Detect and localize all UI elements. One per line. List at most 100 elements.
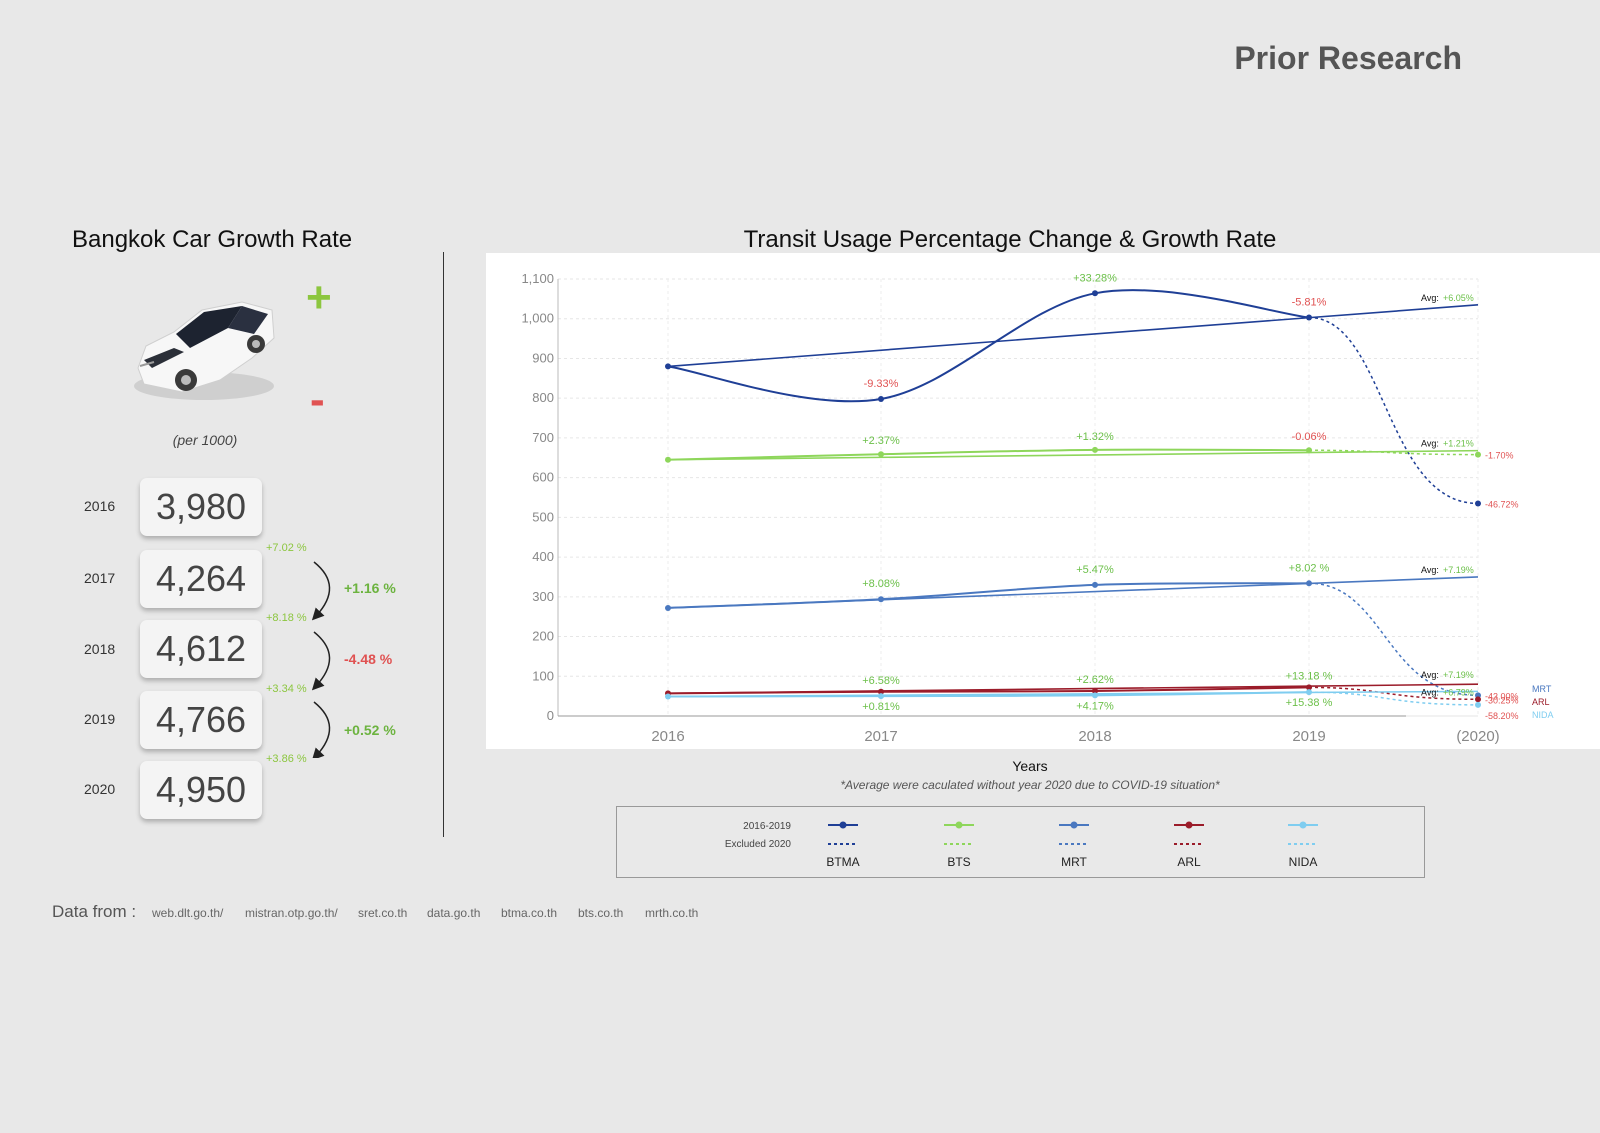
avg-label: +7.19% (1443, 670, 1474, 680)
diff-arrows (311, 561, 331, 758)
y-tick-label: 1,000 (521, 311, 554, 326)
data-label: -9.33% (864, 378, 899, 390)
growth-diff-label: -4.48 % (344, 651, 393, 667)
y-tick-label: 300 (532, 589, 554, 604)
y-tick-label: 200 (532, 629, 554, 644)
data-point (1475, 701, 1481, 708)
year-label: 2018 (84, 641, 116, 657)
legend-marker (839, 821, 847, 829)
data-label-2020: -30.25% (1485, 695, 1519, 705)
car-growth-title: Bangkok Car Growth Rate (72, 226, 353, 253)
year-label: 2017 (84, 570, 116, 586)
data-label: +2.62% (1076, 674, 1114, 686)
car-count-box: 4,612 (140, 620, 262, 678)
source-link[interactable]: mistran.otp.go.th/ (245, 906, 338, 920)
year-label: 2016 (84, 498, 116, 514)
data-point (1306, 314, 1312, 321)
growth-rate-label: +3.34 % (266, 683, 307, 695)
growth-rate-label: +7.02 % (266, 542, 307, 554)
data-label: +33.28% (1073, 272, 1117, 284)
data-label: +4.17% (1076, 700, 1114, 712)
data-label: +1.32% (1076, 431, 1114, 443)
data-point (878, 693, 884, 700)
data-point (1306, 580, 1312, 587)
chart-panel: 0 100 200 300 400 500 600 700 800 900 1,000 1,100 20… (486, 253, 1600, 749)
section-divider (443, 252, 444, 837)
x-tick-label: (2020) (1456, 728, 1499, 745)
trend-line (667, 304, 1479, 368)
data-point (665, 604, 671, 611)
unit-label: (per 1000) (172, 432, 238, 448)
y-tick-label: 500 (532, 509, 554, 524)
avg-label: +1.21% (1443, 439, 1474, 449)
legend-series-name: MRT (1061, 855, 1087, 869)
data-label: -5.81% (1292, 297, 1327, 309)
source-link[interactable]: data.go.th (427, 906, 480, 920)
growth-rate-label: +3.86 % (266, 753, 307, 765)
legend-graphics: 2016-2019 Excluded 2020 BTMA BTS MRT ARL NIDA (725, 821, 1318, 869)
legend-marker (1070, 821, 1078, 829)
minus-sign: - (310, 375, 325, 424)
avg-prefix: Avg: (1421, 293, 1439, 303)
avg-label: +7.19% (1443, 565, 1474, 575)
series-line-2020 (1308, 316, 1479, 505)
data-point (1475, 696, 1481, 703)
y-tick-label: 800 (532, 390, 554, 405)
y-tick-label: 1,100 (521, 271, 554, 286)
data-point (665, 693, 671, 700)
source-link[interactable]: sret.co.th (358, 906, 407, 920)
source-link[interactable]: web.dlt.go.th/ (152, 906, 223, 920)
legend-row-label: Excluded 2020 (725, 839, 792, 850)
data-label-2020: -1.70% (1485, 451, 1514, 461)
avg-prefix: Avg: (1421, 687, 1439, 697)
y-tick-label: 400 (532, 549, 554, 564)
legend-marker (955, 821, 963, 829)
data-label: +8.08% (862, 578, 900, 590)
source-link[interactable]: mrth.co.th (645, 906, 698, 920)
data-point (878, 596, 884, 603)
legend-row-label: 2016-2019 (743, 821, 791, 832)
data-point (1092, 446, 1098, 453)
chart-footnote: *Average were caculated without year 202… (840, 778, 1220, 792)
data-label-2020: -58.20% (1485, 711, 1519, 721)
data-point (665, 456, 671, 463)
chart-title: Transit Usage Percentage Change & Growth… (743, 226, 1277, 253)
year-label: 2020 (84, 781, 116, 797)
plus-sign: + (306, 273, 332, 322)
data-point (1092, 692, 1098, 699)
y-tick-label: 0 (547, 708, 554, 723)
data-point (1092, 290, 1098, 297)
x-tick-label: 2018 (1078, 728, 1111, 745)
data-point (1092, 581, 1098, 588)
series-end-name: ARL (1532, 697, 1550, 707)
chart-legend: 2016-2019 Excluded 2020 BTMA BTS MRT ARL NIDA (616, 806, 1425, 878)
y-tick-label: 700 (532, 430, 554, 445)
source-link[interactable]: btma.co.th (501, 906, 557, 920)
year-label: 2019 (84, 711, 116, 727)
data-point (1475, 451, 1481, 458)
x-tick-label: 2016 (651, 728, 684, 745)
data-label: +13.18 % (1286, 670, 1333, 682)
y-tick-label: 600 (532, 470, 554, 485)
source-link[interactable]: bts.co.th (578, 906, 623, 920)
data-label: +5.47% (1076, 564, 1114, 576)
legend-marker (1299, 821, 1307, 829)
data-point (1306, 447, 1312, 454)
data-point (878, 451, 884, 458)
legend-series-name: BTMA (826, 855, 859, 869)
data-label-2020: -46.72% (1485, 499, 1519, 509)
page-title: Prior Research (1234, 40, 1462, 76)
car-count-box: 4,264 (140, 550, 262, 608)
data-point (1475, 500, 1481, 507)
legend-series-name: ARL (1177, 855, 1201, 869)
car-count-box: 3,980 (140, 478, 262, 536)
data-label: +6.58% (862, 675, 900, 687)
data-label: +15.38 % (1286, 697, 1333, 709)
legend-series-name: BTS (947, 855, 970, 869)
car-icon (134, 301, 275, 400)
transit-line-chart: 0 100 200 300 400 500 600 700 800 900 1,000 1,100 20… (521, 271, 1553, 745)
diff-arrow (311, 561, 331, 621)
x-tick-label: 2019 (1292, 728, 1325, 745)
diff-arrow (311, 631, 331, 691)
x-tick-label: 2017 (864, 728, 897, 745)
